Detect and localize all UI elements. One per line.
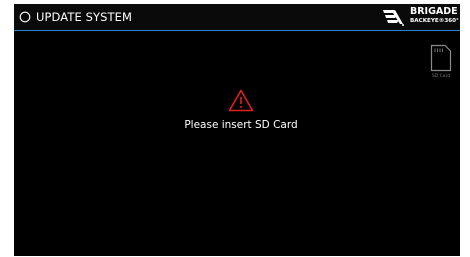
warning-triangle-icon — [228, 89, 254, 112]
sd-card-label: SD Card — [431, 74, 451, 79]
sd-card-status: SD Card — [428, 44, 454, 84]
alert-message: Please insert SD Card — [184, 119, 298, 131]
brand-logo: BRIGADE BACKEYE®360° — [379, 5, 459, 29]
brigade-logo-icon — [383, 10, 404, 26]
sd-card-icon — [430, 44, 452, 72]
header-bar: UPDATE SYSTEM BRIGADE BACKEYE®360° — [14, 4, 460, 31]
refresh-circle-icon[interactable] — [19, 11, 31, 23]
page-title: UPDATE SYSTEM — [36, 10, 133, 24]
brand-subtitle: BACKEYE®360° — [410, 18, 459, 24]
brand-name: BRIGADE — [410, 6, 458, 17]
alert-panel: Please insert SD Card — [14, 88, 460, 144]
device-display: UPDATE SYSTEM BRIGADE BACKEYE®360° SD Ca… — [14, 4, 460, 256]
screen: UPDATE SYSTEM BRIGADE BACKEYE®360° SD Ca… — [0, 0, 470, 257]
